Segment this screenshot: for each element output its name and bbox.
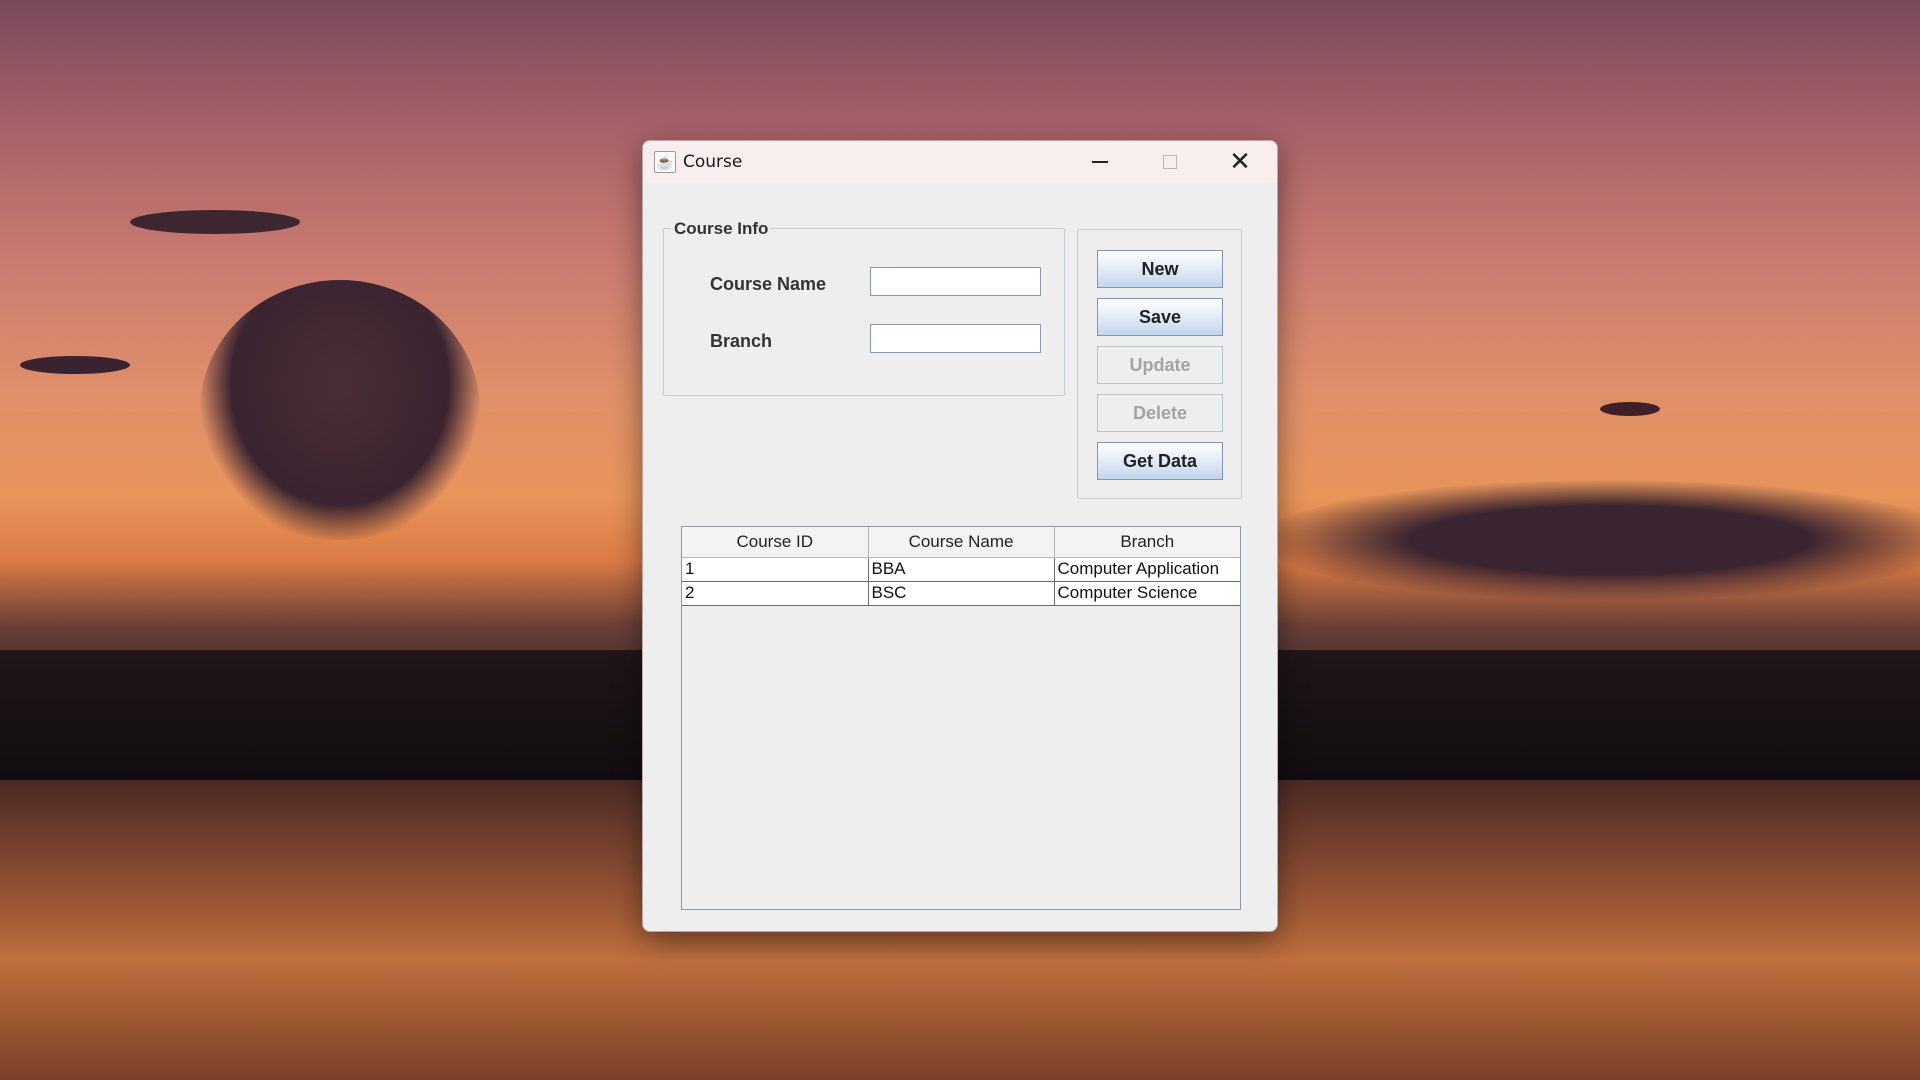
minimize-icon: [1092, 161, 1108, 163]
cloud-shape: [1260, 480, 1920, 600]
minimize-button[interactable]: [1065, 141, 1135, 183]
cell-course-id[interactable]: 1: [682, 556, 869, 582]
cell-branch[interactable]: Computer Science: [1053, 580, 1240, 606]
new-button[interactable]: New: [1097, 250, 1223, 288]
cell-course-name[interactable]: BBA: [867, 556, 1055, 582]
branch-label: Branch: [710, 331, 773, 351]
action-button-panel: New Save Update Delete Get Data: [1077, 229, 1242, 499]
cell-branch[interactable]: Computer Application: [1053, 556, 1240, 582]
get-data-button[interactable]: Get Data: [1097, 442, 1223, 480]
course-info-group: Course Info Course Name Branch: [663, 219, 1065, 396]
column-header-branch[interactable]: Branch: [1053, 527, 1240, 558]
column-header-course-id[interactable]: Course ID: [682, 527, 869, 558]
course-table[interactable]: Course ID Course Name Branch 1 BBA Compu…: [681, 526, 1241, 910]
course-table-grid: Course ID Course Name Branch 1 BBA Compu…: [682, 527, 1240, 606]
close-button[interactable]: ✕: [1205, 141, 1275, 183]
close-icon: ✕: [1229, 147, 1251, 177]
delete-button[interactable]: Delete: [1097, 394, 1223, 432]
java-cup-icon: ☕: [654, 151, 676, 173]
window-title: Course: [683, 152, 743, 172]
cloud-shape: [20, 356, 130, 374]
cloud-shape: [130, 210, 300, 234]
update-button[interactable]: Update: [1097, 346, 1223, 384]
course-name-label: Course Name: [710, 274, 827, 294]
course-info-title: Course Info: [671, 219, 772, 239]
table-header-row: Course ID Course Name Branch: [682, 527, 1240, 558]
cloud-shape: [200, 280, 480, 540]
save-button[interactable]: Save: [1097, 298, 1223, 336]
table-row[interactable]: 2 BSC Computer Science: [682, 580, 1240, 606]
column-header-course-name[interactable]: Course Name: [867, 527, 1055, 558]
branch-input[interactable]: [870, 324, 1041, 353]
cell-course-id[interactable]: 2: [682, 580, 869, 606]
cell-course-name[interactable]: BSC: [867, 580, 1055, 606]
table-row[interactable]: 1 BBA Computer Application: [682, 556, 1240, 582]
maximize-icon: [1163, 155, 1177, 169]
course-window: ☕ Course ✕ Course Info Course Name Branc…: [642, 140, 1278, 932]
course-name-input[interactable]: [870, 267, 1041, 296]
cloud-shape: [1600, 402, 1660, 416]
maximize-button[interactable]: [1135, 141, 1205, 183]
title-bar[interactable]: ☕ Course ✕: [643, 141, 1277, 183]
